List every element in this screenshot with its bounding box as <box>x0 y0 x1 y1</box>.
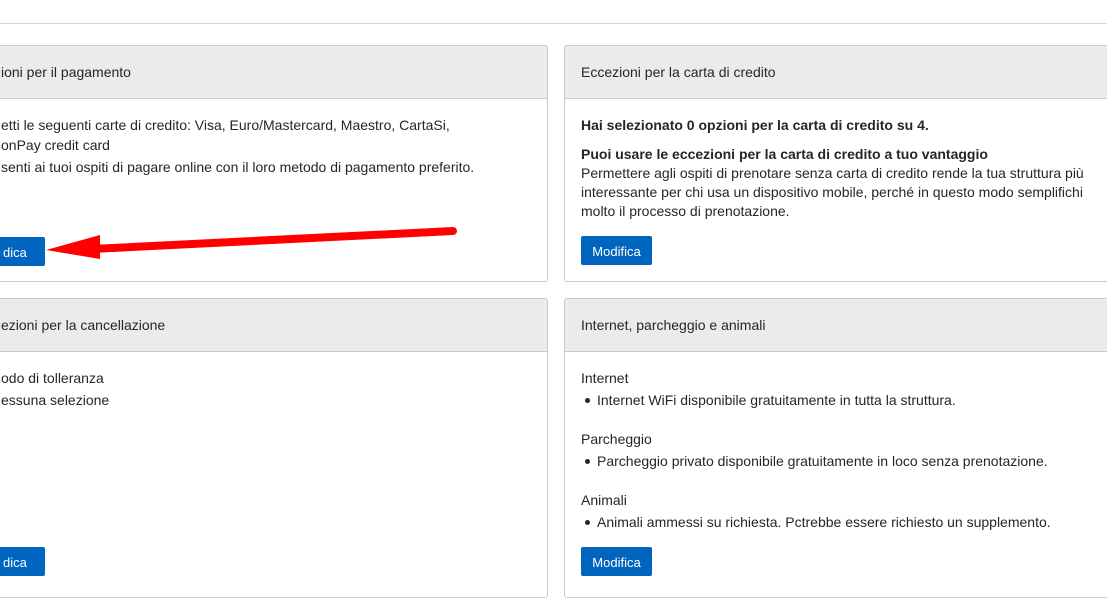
payment-card-title: ioni per il pagamento <box>1 64 131 80</box>
credit-card-selection-summary: Hai selezionato 0 opzioni per la carta d… <box>581 117 929 133</box>
internet-list-item: Internet WiFi disponibile gratuitamente … <box>585 392 956 408</box>
pets-list-item: Animali ammessi su richiesta. Pctrebbe e… <box>585 514 1051 530</box>
credit-card-exceptions-header: Eccezioni per la carta di credito <box>565 46 1107 99</box>
cancellation-edit-button[interactable]: dica <box>0 547 45 576</box>
cancellation-card-header: ezioni per la cancellazione <box>0 299 547 352</box>
top-text-fragment: ·· ·· · ·· <box>0 0 44 4</box>
credit-card-advantage-text-2: interessante per chi usa un dispositivo … <box>581 184 1083 200</box>
parking-list-item: Parcheggio privato disponibile gratuitam… <box>585 453 1048 469</box>
pets-label: Animali <box>581 492 627 508</box>
amenities-edit-button[interactable]: Modifica <box>581 547 652 576</box>
credit-card-exceptions-card: Eccezioni per la carta di credito Hai se… <box>564 45 1107 282</box>
payment-cards-accepted-text: etti le seguenti carte di credito: Visa,… <box>1 117 450 133</box>
cancellation-card-title: ezioni per la cancellazione <box>1 317 166 333</box>
payment-online-text: senti ai tuoi ospiti di pagare online co… <box>1 159 475 175</box>
payment-edit-button[interactable]: dica <box>0 237 45 266</box>
parking-label: Parcheggio <box>581 431 652 447</box>
internet-parking-pets-header: Internet, parcheggio e animali <box>565 299 1107 352</box>
internet-parking-pets-title: Internet, parcheggio e animali <box>581 317 766 333</box>
credit-card-edit-button[interactable]: Modifica <box>581 236 652 265</box>
grace-period-label: odo di tolleranza <box>1 370 104 386</box>
payment-card-header: ioni per il pagamento <box>0 46 547 99</box>
cancellation-card: ezioni per la cancellazione odo di tolle… <box>0 298 548 598</box>
credit-card-advantage-text-3: molto il processo di prenotazione. <box>581 203 790 219</box>
payment-card: ioni per il pagamento etti le seguenti c… <box>0 45 548 282</box>
internet-label: Internet <box>581 370 629 386</box>
grace-period-value: essuna selezione <box>1 392 110 408</box>
credit-card-advantage-text-1: Permettere agli ospiti di prenotare senz… <box>581 165 1084 181</box>
credit-card-exceptions-title: Eccezioni per la carta di credito <box>581 64 776 80</box>
credit-card-advantage-heading: Puoi usare le eccezioni per la carta di … <box>581 146 988 162</box>
payment-cards-accepted-text-continued: onPay credit card <box>1 137 110 153</box>
internet-parking-pets-card: Internet, parcheggio e animali Internet … <box>564 298 1107 598</box>
top-divider <box>0 23 1107 24</box>
